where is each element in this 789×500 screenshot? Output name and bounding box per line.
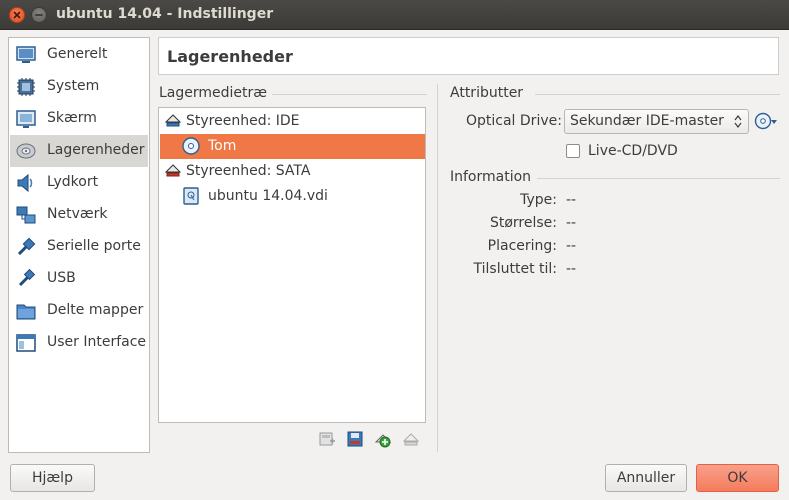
tree-row-label: Tom bbox=[208, 138, 237, 154]
spin-arrows-icon bbox=[734, 115, 742, 128]
sidebar-item-usb[interactable]: USB bbox=[10, 263, 148, 295]
user-interface-icon bbox=[16, 334, 36, 352]
info-size-key: Størrelse: bbox=[489, 215, 557, 231]
optical-drive-label: Optical Drive: bbox=[466, 113, 562, 129]
sidebar-item-display[interactable]: Skærm bbox=[10, 103, 148, 135]
usb-icon bbox=[18, 269, 36, 287]
ok-button[interactable]: OK bbox=[696, 464, 779, 492]
shared-folder-icon bbox=[16, 304, 36, 320]
network-icon bbox=[16, 206, 36, 224]
sidebar-item-label: System bbox=[47, 78, 100, 94]
tree-row-label: Styreenhed: IDE bbox=[186, 113, 300, 129]
sidebar-item-label: Lydkort bbox=[47, 174, 99, 190]
section-divider bbox=[272, 94, 427, 95]
optical-disc-icon bbox=[182, 137, 200, 155]
info-location-key: Placering: bbox=[487, 238, 557, 254]
close-icon bbox=[13, 11, 21, 19]
optical-drive-select[interactable]: Sekundær IDE-master bbox=[564, 109, 749, 134]
general-icon bbox=[16, 46, 36, 63]
audio-icon bbox=[17, 173, 33, 193]
title-bar: ubuntu 14.04 - Indstillinger bbox=[0, 0, 789, 30]
info-size-value: -- bbox=[566, 215, 577, 231]
sata-controller-icon bbox=[164, 164, 182, 177]
storage-icon bbox=[16, 143, 36, 159]
sidebar-item-label: User Interface bbox=[47, 334, 147, 350]
serial-port-icon bbox=[17, 237, 36, 256]
sidebar-item-label: Skærm bbox=[47, 110, 97, 126]
sidebar-item-shared-folders[interactable]: Delte mapper bbox=[10, 295, 148, 327]
info-location-value: -- bbox=[566, 238, 577, 254]
sidebar-item-serial-ports[interactable]: Serielle porte bbox=[10, 231, 148, 263]
info-attached-key: Tilsluttet til: bbox=[473, 261, 557, 277]
sidebar-item-general[interactable]: Generelt bbox=[10, 39, 148, 71]
sidebar-item-label: Generelt bbox=[47, 46, 108, 62]
storage-tree[interactable]: Styreenhed: IDE Tom Styreenhed: SATA ubu… bbox=[158, 107, 426, 423]
add-attachment-icon[interactable] bbox=[374, 430, 392, 448]
optical-drive-value: Sekundær IDE-master bbox=[570, 113, 724, 129]
tree-row-sata-controller[interactable]: Styreenhed: SATA bbox=[160, 159, 425, 184]
tree-row-optical-empty[interactable]: Tom bbox=[160, 134, 425, 159]
cancel-button[interactable]: Annuller bbox=[605, 464, 687, 492]
sidebar-item-label: USB bbox=[47, 270, 76, 286]
tree-row-ide-controller[interactable]: Styreenhed: IDE bbox=[160, 109, 425, 134]
sidebar-item-system[interactable]: System bbox=[10, 71, 148, 103]
information-label: Information bbox=[450, 169, 532, 185]
info-type-key: Type: bbox=[520, 192, 557, 208]
sidebar-item-label: Lagerenheder bbox=[47, 142, 145, 158]
sidebar-item-audio[interactable]: Lydkort bbox=[10, 167, 148, 199]
add-controller-icon[interactable] bbox=[318, 430, 336, 448]
minimize-icon bbox=[35, 14, 43, 16]
sidebar-item-label: Netværk bbox=[47, 206, 108, 222]
storage-tree-label: Lagermedietræ bbox=[159, 85, 268, 101]
sidebar-item-network[interactable]: Netværk bbox=[10, 199, 148, 231]
info-attached-value: -- bbox=[566, 261, 577, 277]
help-button[interactable]: Hjælp bbox=[10, 464, 95, 492]
window-title: ubuntu 14.04 - Indstillinger bbox=[56, 6, 274, 22]
live-cd-label[interactable]: Live-CD/DVD bbox=[588, 143, 678, 159]
system-chip-icon bbox=[17, 78, 35, 96]
attributes-label: Attributter bbox=[450, 85, 524, 101]
settings-sidebar: Generelt System Skærm Lagerenheder Lydko… bbox=[8, 37, 150, 453]
section-divider bbox=[537, 178, 780, 179]
page-title: Lagerenheder bbox=[167, 47, 293, 66]
minimize-window-button[interactable] bbox=[31, 7, 47, 23]
tree-row-label: ubuntu 14.04.vdi bbox=[208, 188, 328, 204]
tree-row-label: Styreenhed: SATA bbox=[186, 163, 311, 179]
ide-controller-icon bbox=[164, 114, 182, 127]
sidebar-item-user-interface[interactable]: User Interface bbox=[10, 327, 148, 359]
sidebar-item-label: Serielle porte bbox=[47, 238, 141, 254]
choose-disk-icon[interactable] bbox=[754, 111, 778, 131]
remove-controller-icon[interactable] bbox=[346, 430, 364, 448]
close-window-button[interactable] bbox=[9, 7, 25, 23]
page-header: Lagerenheder bbox=[158, 37, 779, 75]
info-type-value: -- bbox=[566, 192, 577, 208]
remove-attachment-icon[interactable] bbox=[402, 430, 420, 448]
section-divider bbox=[535, 94, 780, 95]
hard-disk-icon bbox=[183, 187, 199, 205]
display-icon bbox=[16, 110, 36, 128]
sidebar-item-storage[interactable]: Lagerenheder bbox=[10, 135, 148, 167]
tree-row-hard-disk[interactable]: ubuntu 14.04.vdi bbox=[160, 184, 425, 209]
sidebar-item-label: Delte mapper bbox=[47, 302, 144, 318]
live-cd-checkbox[interactable] bbox=[566, 144, 580, 158]
